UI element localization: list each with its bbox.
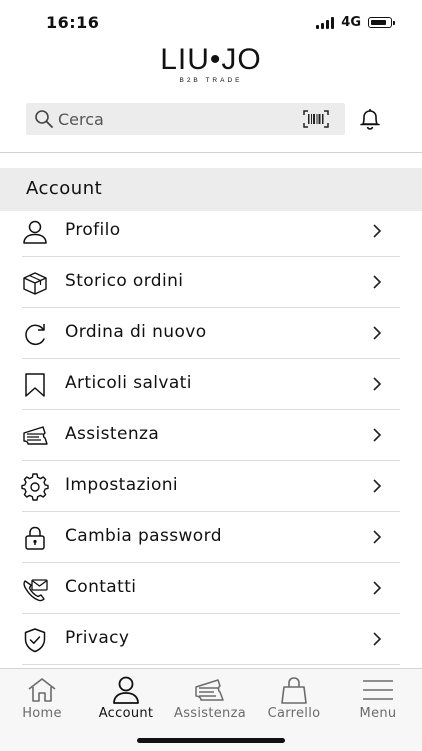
section-header: Account (0, 168, 422, 211)
menu-item-label: Articoli salvati (65, 373, 192, 393)
search-icon (34, 109, 54, 129)
tab-label: Menu (359, 706, 397, 721)
menu-item-cambia-password[interactable]: Cambia password (0, 512, 422, 563)
status-time: 16:16 (46, 13, 100, 32)
menu-item-label: Privacy (65, 628, 130, 648)
divider (0, 152, 422, 153)
menu-item-label: Storico ordini (65, 271, 184, 291)
bag-icon (277, 675, 311, 705)
gear-icon (21, 473, 49, 501)
status-indicators: 4G (316, 15, 395, 30)
chevron-right-icon (370, 580, 384, 596)
tab-home[interactable]: Home (0, 675, 84, 725)
bell-icon[interactable] (357, 106, 383, 132)
account-icon (109, 675, 143, 705)
logo-subtitle: B2B TRADE (179, 77, 243, 84)
battery-icon (368, 17, 395, 28)
account-menu: Profilo Storico ordini Ordina di nuovo A… (0, 206, 422, 665)
reorder-icon (21, 320, 49, 348)
tab-label: Home (22, 706, 62, 721)
menu-item-articoli-salvati[interactable]: Articoli salvati (0, 359, 422, 410)
menu-item-profilo[interactable]: Profilo (0, 206, 422, 257)
menu-item-impostazioni[interactable]: Impostazioni (0, 461, 422, 512)
tab-label: Account (98, 706, 154, 721)
contact-icon (21, 575, 49, 603)
menu-item-storico-ordini[interactable]: Storico ordini (0, 257, 422, 308)
menu-item-label: Profilo (65, 220, 121, 240)
search-placeholder: Cerca (58, 109, 104, 129)
section-title: Account (26, 178, 103, 199)
menu-item-contatti[interactable]: Contatti (0, 563, 422, 614)
bookmark-icon (21, 371, 49, 399)
chevron-right-icon (370, 223, 384, 239)
shield-icon (21, 626, 49, 654)
tab-carrello[interactable]: Carrello (252, 675, 336, 725)
home-icon (25, 675, 59, 705)
home-indicator (137, 738, 285, 743)
menu-item-label: Assistenza (65, 424, 160, 444)
user-icon (21, 218, 49, 246)
chevron-right-icon (370, 376, 384, 392)
brand-logo: LIU•JO B2B TRADE (0, 43, 422, 85)
menu-item-label: Ordina di nuovo (65, 322, 207, 342)
box-icon (21, 269, 49, 297)
chevron-right-icon (370, 529, 384, 545)
menu-item-ordina-di-nuovo[interactable]: Ordina di nuovo (0, 308, 422, 359)
chevron-right-icon (370, 427, 384, 443)
signal-icon (316, 16, 335, 29)
lock-icon (21, 524, 49, 552)
menu-item-privacy[interactable]: Privacy (0, 614, 422, 665)
menu-item-label: Impostazioni (65, 475, 179, 495)
chevron-right-icon (370, 478, 384, 494)
tab-label: Assistenza (174, 706, 246, 721)
menu-item-assistenza[interactable]: Assistenza (0, 410, 422, 461)
barcode-scan-icon[interactable] (303, 110, 329, 128)
logo-wordmark: LIU•JO (160, 43, 262, 76)
network-type: 4G (341, 15, 361, 30)
chevron-right-icon (370, 631, 384, 647)
status-bar: 16:16 4G (0, 0, 422, 46)
search-input[interactable]: Cerca (26, 103, 345, 135)
chevron-right-icon (370, 325, 384, 341)
chevron-right-icon (370, 274, 384, 290)
menu-item-label: Cambia password (65, 526, 222, 546)
tab-label: Carrello (267, 706, 321, 721)
tab-menu[interactable]: Menu (336, 675, 420, 725)
tab-account[interactable]: Account (84, 675, 168, 725)
menu-item-label: Contatti (65, 577, 137, 597)
hamburger-icon (361, 675, 395, 705)
ticket-icon (21, 422, 49, 450)
tab-assistenza[interactable]: Assistenza (168, 675, 252, 725)
ticket-icon (193, 675, 227, 705)
